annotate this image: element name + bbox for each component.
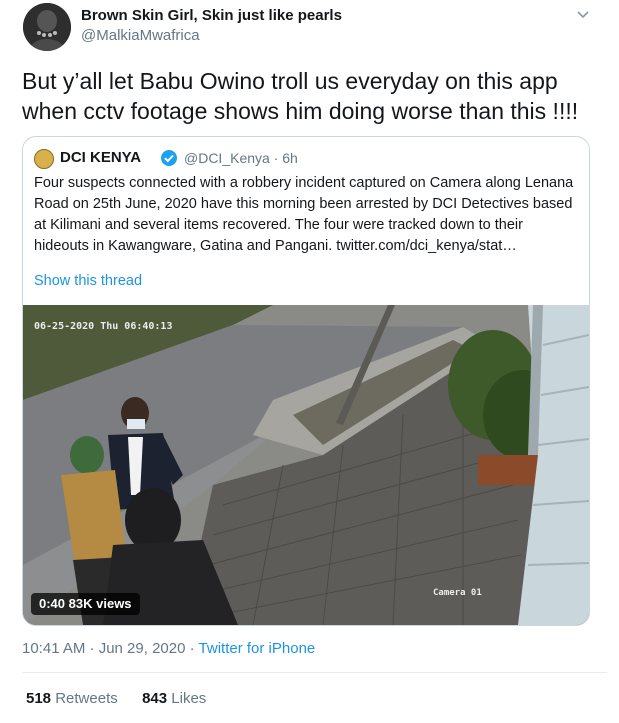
retweets-label: Retweets [55,690,118,707]
camera-timestamp: 06-25-2020 Thu 06:40:13 [34,321,173,332]
retweets-stat[interactable]: 518 Retweets [26,690,118,707]
verified-badge-icon [160,149,178,167]
video-views: 83K views [68,596,132,611]
author-name[interactable]: Brown Skin Girl, Skin just like pearls [81,7,342,24]
tweet-meta: 10:41 AM · Jun 29, 2020 · Twitter for iP… [22,640,315,657]
tweet-text: But y’all let Babu Owino troll us everyd… [22,68,579,124]
show-thread-link[interactable]: Show this thread [34,273,142,289]
video-player[interactable]: 06-25-2020 Thu 06:40:13 Camera 01 0:40 8… [23,305,589,625]
retweets-count: 518 [26,690,52,707]
author-handle[interactable]: @MalkiaMwafrica [81,27,200,44]
likes-stat[interactable]: 843 Likes [142,690,206,707]
quoted-author-handle: @DCI_Kenya · 6h [184,150,298,166]
divider [22,672,607,673]
video-duration-badge: 0:40 83K views [31,593,140,615]
likes-label: Likes [171,690,207,707]
tweet-stats: 518 Retweets 843 Likes [26,690,206,707]
quoted-author-avatar[interactable] [34,149,54,169]
likes-count: 843 [142,690,168,707]
chevron-down-icon[interactable] [575,6,591,22]
quoted-tweet[interactable]: DCI KENYA @DCI_Kenya · 6h Four suspects … [22,136,590,626]
video-duration: 0:40 [39,596,66,611]
avatar-image [23,3,71,51]
avatar[interactable] [23,3,71,51]
camera-label: Camera 01 [433,588,482,598]
tweet-card: Brown Skin Girl, Skin just like pearls @… [0,0,619,723]
tweet-timestamp[interactable]: 10:41 AM · Jun 29, 2020 [22,640,185,657]
tweet-source[interactable]: Twitter for iPhone [199,640,316,657]
quoted-tweet-text: Four suspects connected with a robbery i… [34,175,574,254]
quoted-author-name[interactable]: DCI KENYA [60,149,141,166]
meta-separator: · [189,640,199,657]
video-frame-image [23,305,589,625]
